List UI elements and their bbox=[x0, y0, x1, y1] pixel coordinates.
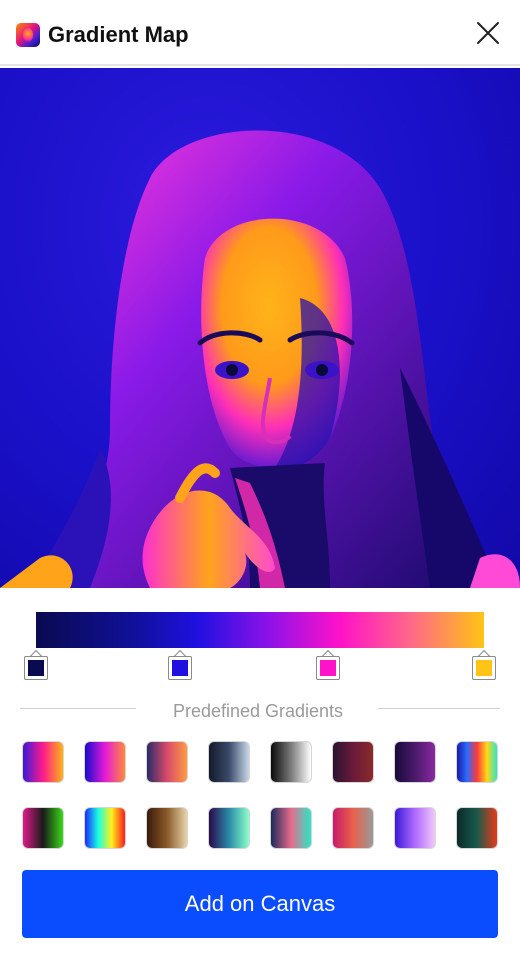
header-bar: Gradient Map bbox=[0, 0, 520, 66]
preset-gradient-purple-magenta-orange[interactable] bbox=[22, 741, 64, 783]
color-stop-swatch bbox=[320, 660, 336, 676]
color-stop-2[interactable] bbox=[168, 649, 192, 680]
preset-gradient-indigo-mint[interactable] bbox=[208, 807, 250, 849]
color-stop-4[interactable] bbox=[472, 649, 496, 680]
preset-gradient-magenta-green[interactable] bbox=[22, 807, 64, 849]
color-stop-swatch bbox=[476, 660, 492, 676]
preset-gradient-teal-red[interactable] bbox=[456, 807, 498, 849]
color-stop-3[interactable] bbox=[316, 649, 340, 680]
preset-gradient-black-white[interactable] bbox=[270, 741, 312, 783]
preset-gradient-blue-magenta-orange[interactable] bbox=[84, 741, 126, 783]
page-title: Gradient Map bbox=[48, 22, 189, 47]
preset-gradient-dark-blue-gray[interactable] bbox=[208, 741, 250, 783]
add-on-canvas-button[interactable]: Add on Canvas bbox=[22, 870, 498, 938]
preset-gradient-sepia[interactable] bbox=[146, 807, 188, 849]
close-icon[interactable] bbox=[476, 21, 500, 45]
color-stop-1[interactable] bbox=[24, 649, 48, 680]
gradient-preview-bar[interactable] bbox=[36, 612, 484, 648]
preset-gradient-violet-lilac[interactable] bbox=[394, 807, 436, 849]
preset-gradient-full-spectrum[interactable] bbox=[84, 807, 126, 849]
preset-gradient-navy-orange[interactable] bbox=[146, 741, 188, 783]
divider-right bbox=[378, 708, 500, 709]
preset-gradient-navy-coral-cyan[interactable] bbox=[270, 807, 312, 849]
preset-gradient-rainbow-blue[interactable] bbox=[456, 741, 498, 783]
color-stop-swatch bbox=[28, 660, 44, 676]
preset-gradient-dark-maroon[interactable] bbox=[332, 741, 374, 783]
preset-gradient-dark-purple[interactable] bbox=[394, 741, 436, 783]
section-title: Predefined Gradients bbox=[172, 701, 344, 721]
image-preview bbox=[0, 68, 520, 588]
divider-left bbox=[20, 708, 136, 709]
color-stop-swatch bbox=[172, 660, 188, 676]
preset-gradient-rose-orange-gray[interactable] bbox=[332, 807, 374, 849]
app-logo-icon bbox=[16, 23, 40, 47]
